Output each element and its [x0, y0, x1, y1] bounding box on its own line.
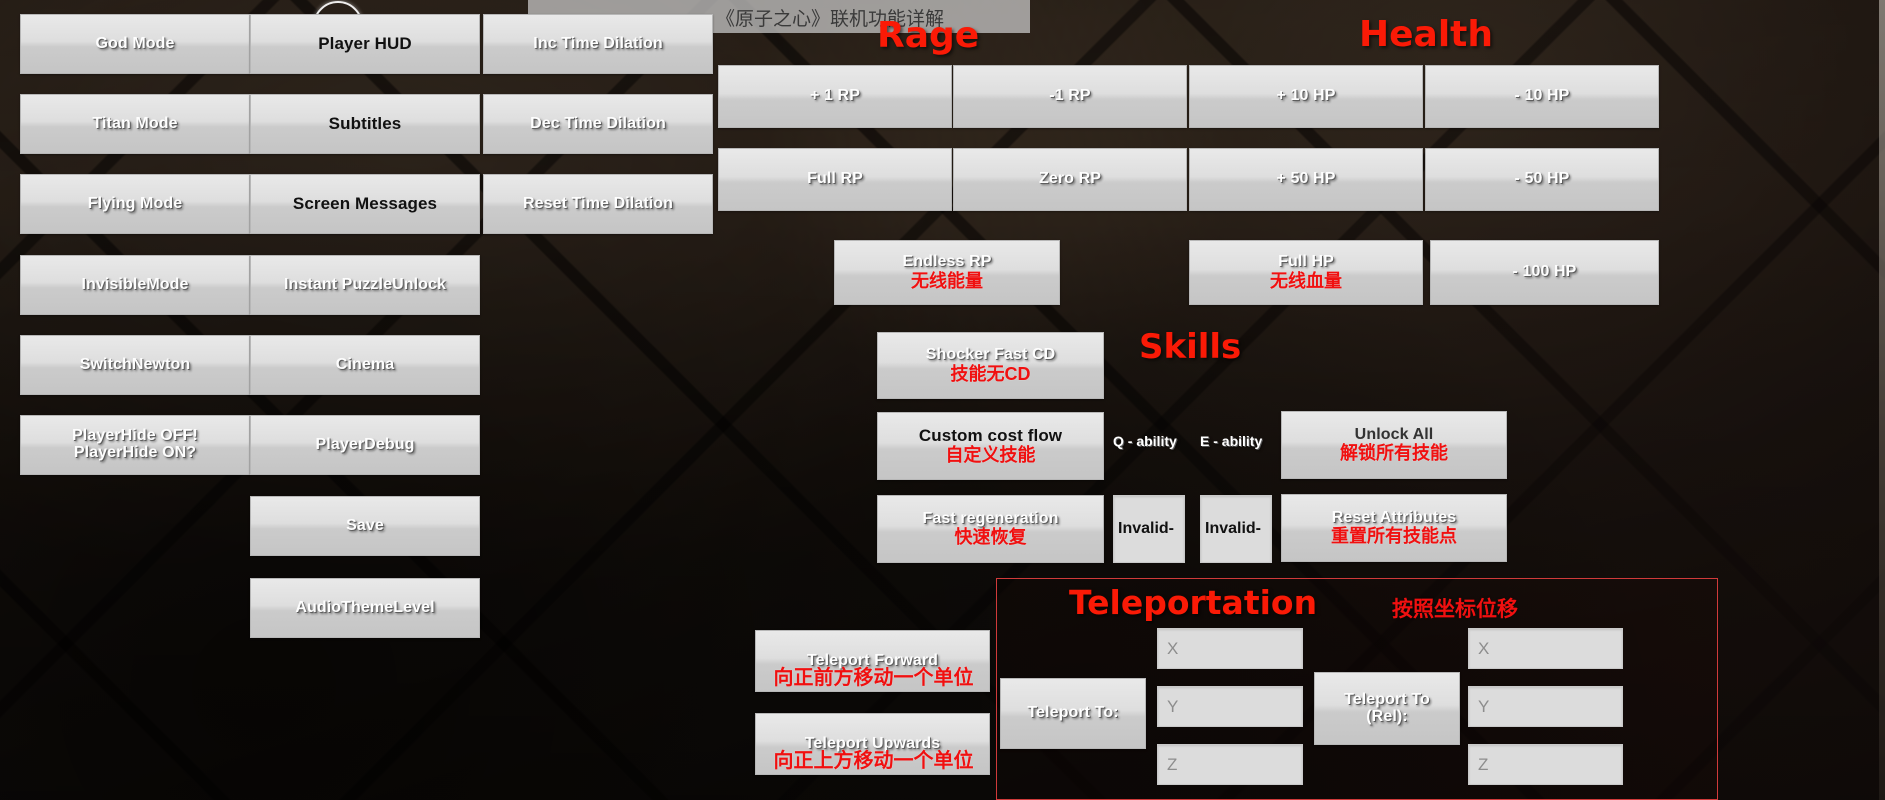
- input-teleport-z-placeholder: Z: [1167, 754, 1178, 774]
- button-sub-100-hp[interactable]: - 100 HP: [1430, 240, 1659, 305]
- input-e-ability-value: Invalid-: [1205, 520, 1262, 537]
- button-screen-messages[interactable]: Screen Messages: [250, 174, 480, 234]
- input-teleport-z[interactable]: Z: [1157, 744, 1303, 785]
- input-teleport-x[interactable]: X: [1157, 628, 1303, 669]
- input-teleport-x-placeholder: X: [1167, 638, 1179, 658]
- input-teleport-rel-z-placeholder: Z: [1478, 754, 1489, 774]
- button-teleport-forward[interactable]: Teleport Forward 向正前方移动一个单位: [755, 630, 990, 692]
- button-unlock-all-skills[interactable]: Unlock All 解锁所有技能: [1281, 411, 1507, 479]
- button-fast-regeneration[interactable]: Fast regeneration 快速恢复: [877, 495, 1104, 563]
- input-q-ability-value: Invalid-: [1118, 520, 1175, 537]
- button-teleport-to-rel[interactable]: Teleport To (Rel):: [1314, 672, 1460, 745]
- heading-skills: Skills: [1139, 327, 1242, 367]
- input-teleport-rel-x-placeholder: X: [1478, 638, 1490, 658]
- button-add-50-hp[interactable]: + 50 HP: [1189, 148, 1423, 211]
- label-q-ability: Q - ability: [1113, 433, 1177, 449]
- input-q-ability[interactable]: Invalid-: [1113, 495, 1185, 563]
- button-sub-10-hp[interactable]: - 10 HP: [1425, 65, 1659, 128]
- button-titan-mode[interactable]: Titan Mode: [20, 94, 250, 154]
- button-player-debug[interactable]: PlayerDebug: [250, 415, 480, 475]
- input-teleport-rel-x[interactable]: X: [1468, 628, 1623, 669]
- button-subtitles[interactable]: Subtitles: [250, 94, 480, 154]
- button-shocker-fast-cd[interactable]: Shocker Fast CD 技能无CD: [877, 332, 1104, 399]
- button-flying-mode[interactable]: Flying Mode: [20, 174, 250, 234]
- button-reset-attributes[interactable]: Reset Attributes 重置所有技能点: [1281, 494, 1507, 562]
- button-full-hp[interactable]: Full HP 无线血量: [1189, 240, 1423, 305]
- input-teleport-y[interactable]: Y: [1157, 686, 1303, 727]
- button-dec-time-dilation[interactable]: Dec Time Dilation: [483, 94, 713, 154]
- button-player-hide-toggle[interactable]: PlayerHide OFF! PlayerHide ON?: [20, 415, 250, 475]
- button-switch-newton[interactable]: SwitchNewton: [20, 335, 250, 395]
- button-inc-time-dilation[interactable]: Inc Time Dilation: [483, 14, 713, 74]
- button-player-hud[interactable]: Player HUD: [250, 14, 480, 74]
- button-instant-puzzle-unlock[interactable]: Instant PuzzleUnlock: [250, 255, 480, 315]
- input-teleport-rel-y-placeholder: Y: [1478, 696, 1490, 716]
- input-teleport-rel-z[interactable]: Z: [1468, 744, 1623, 785]
- button-sub-50-hp[interactable]: - 50 HP: [1425, 148, 1659, 211]
- button-invisible-mode[interactable]: InvisibleMode: [20, 255, 250, 315]
- button-sub-1-rp[interactable]: -1 RP: [953, 65, 1187, 128]
- button-add-1-rp[interactable]: + 1 RP: [718, 65, 952, 128]
- input-teleport-y-placeholder: Y: [1167, 696, 1179, 716]
- input-e-ability[interactable]: Invalid-: [1200, 495, 1272, 563]
- input-teleport-rel-y[interactable]: Y: [1468, 686, 1623, 727]
- button-audio-theme-level[interactable]: AudioThemeLevel: [250, 578, 480, 638]
- heading-rage: Rage: [877, 15, 980, 56]
- button-zero-rp[interactable]: Zero RP: [953, 148, 1187, 211]
- button-endless-rp[interactable]: Endless RP 无线能量: [834, 240, 1060, 305]
- button-cinema[interactable]: Cinema: [250, 335, 480, 395]
- heading-health: Health: [1359, 14, 1494, 55]
- teleportation-note: 按照坐标位移: [1392, 598, 1518, 621]
- button-custom-cost-flow[interactable]: Custom cost flow 自定义技能: [877, 412, 1104, 480]
- button-teleport-upwards[interactable]: Teleport Upwards 向正上方移动一个单位: [755, 713, 990, 775]
- label-e-ability: E - ability: [1200, 433, 1263, 449]
- button-save[interactable]: Save: [250, 496, 480, 556]
- screen-edge-strip: [1879, 0, 1885, 800]
- button-teleport-to[interactable]: Teleport To:: [1000, 678, 1146, 749]
- button-full-rp[interactable]: Full RP: [718, 148, 952, 211]
- button-god-mode[interactable]: God Mode: [20, 14, 250, 74]
- button-add-10-hp[interactable]: + 10 HP: [1189, 65, 1423, 128]
- heading-teleportation: Teleportation: [1069, 583, 1318, 622]
- button-reset-time-dilation[interactable]: Reset Time Dilation: [483, 174, 713, 234]
